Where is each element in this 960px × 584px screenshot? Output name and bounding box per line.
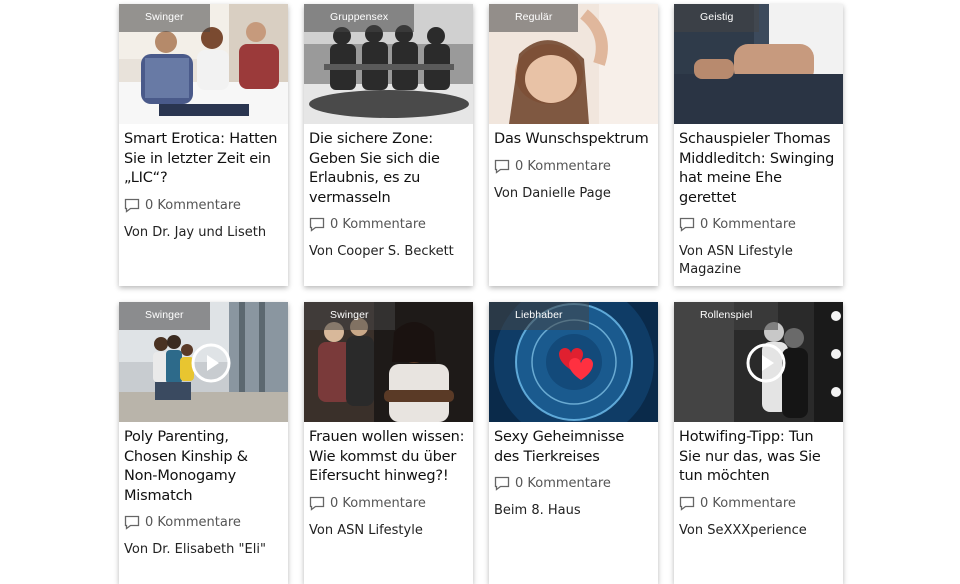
comment-count[interactable]: 0 Kommentare <box>309 217 468 232</box>
category-badge[interactable]: Swinger <box>119 302 210 330</box>
comment-icon <box>494 476 510 491</box>
comment-icon <box>124 515 140 530</box>
article-thumbnail[interactable]: Swinger <box>119 4 288 124</box>
article-thumbnail[interactable]: Regulär <box>489 4 658 124</box>
article-title[interactable]: Sexy Geheimnisse des Tierkreises <box>494 428 653 467</box>
play-icon[interactable] <box>191 343 231 383</box>
article-author[interactable]: Von ASN Lifestyle Magazine <box>679 243 838 279</box>
article-card[interactable]: Swinger Smart Erotica: Hatten Sie in let… <box>119 4 288 286</box>
comment-icon <box>124 198 140 213</box>
category-badge[interactable]: Swinger <box>304 302 395 330</box>
comment-icon <box>679 217 695 232</box>
comment-count[interactable]: 0 Kommentare <box>309 496 468 511</box>
article-card[interactable]: Regulär Das Wunschspektrum 0 Kommentare … <box>489 4 658 286</box>
comment-count-label: 0 Kommentare <box>330 217 426 232</box>
article-card[interactable]: Rollenspiel Hotwifing-Tipp: Tun Sie nur … <box>674 302 843 584</box>
category-badge[interactable]: Liebhaber <box>489 302 589 330</box>
comment-count-label: 0 Kommentare <box>700 495 796 511</box>
article-title[interactable]: Poly Parenting, Chosen Kinship & Non-Mon… <box>124 428 283 506</box>
comment-count-label: 0 Kommentare <box>515 158 611 174</box>
comment-icon <box>679 496 695 511</box>
article-author[interactable]: Von Dr. Jay und Liseth <box>124 224 283 242</box>
article-grid: Swinger Smart Erotica: Hatten Sie in let… <box>119 4 843 584</box>
article-thumbnail[interactable]: Rollenspiel <box>674 302 843 422</box>
article-title[interactable]: Smart Erotica: Hatten Sie in letzter Zei… <box>124 130 283 189</box>
article-author[interactable]: Beim 8. Haus <box>494 502 653 520</box>
article-card[interactable]: Liebhaber Sexy Geheimnisse des Tierkreis… <box>489 302 658 584</box>
category-badge[interactable]: Swinger <box>119 4 210 32</box>
article-card[interactable]: Swinger Poly Parenting, Chosen Kinship &… <box>119 302 288 584</box>
comment-count-label: 0 Kommentare <box>515 476 611 491</box>
article-thumbnail[interactable]: Swinger <box>119 302 288 422</box>
article-thumbnail[interactable]: Liebhaber <box>489 302 658 422</box>
comment-count[interactable]: 0 Kommentare <box>679 496 838 511</box>
comment-icon <box>494 159 510 174</box>
article-thumbnail[interactable]: Gruppensex <box>304 4 473 124</box>
article-title[interactable]: Hotwifing-Tipp: Tun Sie nur das, was Sie… <box>679 428 838 487</box>
article-author[interactable]: Von Dr. Elisabeth "Eli" <box>124 541 283 559</box>
comment-count[interactable]: 0 Kommentare <box>494 159 653 174</box>
category-badge[interactable]: Regulär <box>489 4 579 32</box>
comment-count-label: 0 Kommentare <box>700 217 796 232</box>
comment-count-label: 0 Kommentare <box>145 197 241 213</box>
article-title[interactable]: Die sichere Zone: Geben Sie sich die Erl… <box>309 130 468 208</box>
comment-icon <box>309 496 325 511</box>
article-card[interactable]: Geistig Schauspieler Thomas Middleditch:… <box>674 4 843 286</box>
comment-count-label: 0 Kommentare <box>330 495 426 511</box>
article-card[interactable]: Swinger Frauen wollen wissen: Wie kommst… <box>304 302 473 584</box>
category-badge[interactable]: Geistig <box>674 4 760 32</box>
play-icon[interactable] <box>746 343 786 383</box>
article-title[interactable]: Frauen wollen wissen: Wie kommst du über… <box>309 428 468 487</box>
comment-count[interactable]: 0 Kommentare <box>679 217 838 232</box>
category-badge[interactable]: Gruppensex <box>304 4 415 32</box>
category-badge[interactable]: Rollenspiel <box>674 302 779 330</box>
article-card[interactable]: Gruppensex Die sichere Zone: Geben Sie s… <box>304 4 473 286</box>
article-title[interactable]: Das Wunschspektrum <box>494 130 653 150</box>
comment-count[interactable]: 0 Kommentare <box>124 515 283 530</box>
article-author[interactable]: Von ASN Lifestyle <box>309 522 468 540</box>
article-author[interactable]: Von SeXXXperience <box>679 522 838 540</box>
comment-count[interactable]: 0 Kommentare <box>124 198 283 213</box>
article-thumbnail[interactable]: Swinger <box>304 302 473 422</box>
article-author[interactable]: Von Danielle Page <box>494 185 653 203</box>
comment-count[interactable]: 0 Kommentare <box>494 476 653 491</box>
article-author[interactable]: Von Cooper S. Beckett <box>309 243 468 261</box>
article-thumbnail[interactable]: Geistig <box>674 4 843 124</box>
article-title[interactable]: Schauspieler Thomas Middleditch: Swingin… <box>679 130 838 208</box>
comment-icon <box>309 217 325 232</box>
comment-count-label: 0 Kommentare <box>145 515 241 530</box>
